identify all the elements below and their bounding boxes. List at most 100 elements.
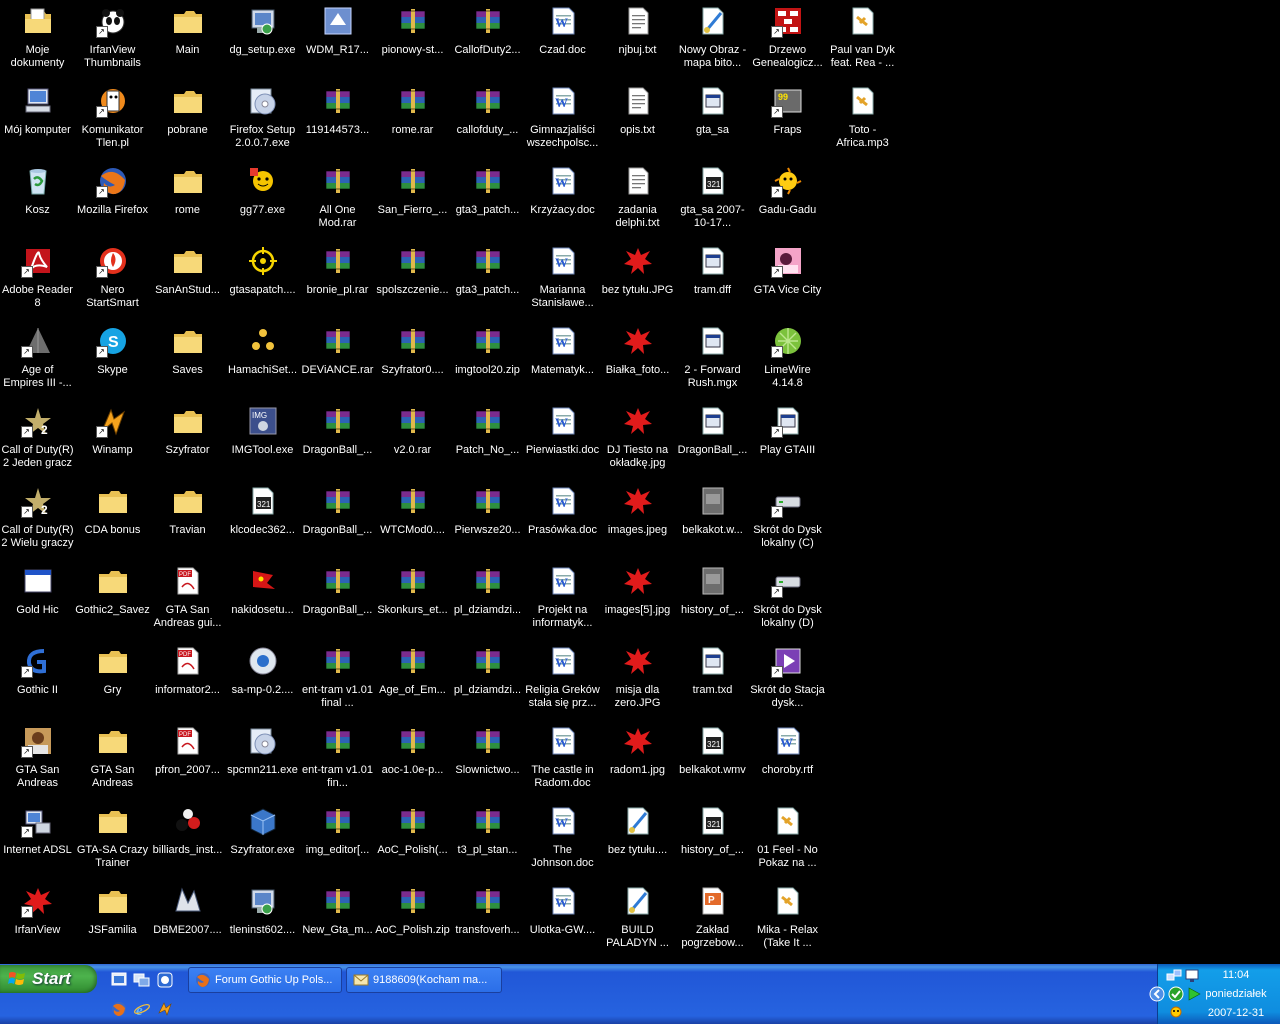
desktop-icon[interactable]: bez tytułu....: [600, 802, 675, 882]
desktop-icon[interactable]: JSFamilia: [75, 882, 150, 962]
desktop-icon[interactable]: W Czad.doc: [525, 2, 600, 82]
security-check-icon[interactable]: [1168, 986, 1184, 1002]
desktop-icon[interactable]: tram.dff: [675, 242, 750, 322]
desktop-icon[interactable]: Saves: [150, 322, 225, 402]
desktop-icon[interactable]: DJ Tiesto na okładkę.jpg: [600, 402, 675, 482]
desktop-icon[interactable]: CDA bonus: [75, 482, 150, 562]
taskbar-button-mail[interactable]: 9188609(Kocham ma...: [346, 967, 502, 993]
desktop-icon[interactable]: San_Fierro_...: [375, 162, 450, 242]
desktop-icon[interactable]: S ↗ Skype: [75, 322, 150, 402]
desktop-icon[interactable]: W Projekt na informatyk...: [525, 562, 600, 642]
desktop-icon[interactable]: gta3_patch...: [450, 242, 525, 322]
desktop-icon[interactable]: history_of_...: [675, 562, 750, 642]
desktop-icon[interactable]: HamachiSet...: [225, 322, 300, 402]
desktop-icon[interactable]: ent-tram v1.01 final ...: [300, 642, 375, 722]
desktop-icon[interactable]: Mika - Relax (Take It ...: [750, 882, 825, 962]
desktop-icon[interactable]: Skonkurs_et...: [375, 562, 450, 642]
desktop-icon[interactable]: Firefox Setup 2.0.0.7.exe: [225, 82, 300, 162]
desktop-icon[interactable]: W The castle in Radom.doc: [525, 722, 600, 802]
desktop-icon[interactable]: pionowy-st...: [375, 2, 450, 82]
desktop-icon[interactable]: radom1.jpg: [600, 722, 675, 802]
desktop-icon[interactable]: DragonBall_...: [675, 402, 750, 482]
desktop-icon[interactable]: Main: [150, 2, 225, 82]
desktop-icon[interactable]: gta3_patch...: [450, 162, 525, 242]
desktop-icon[interactable]: v2.0.rar: [375, 402, 450, 482]
desktop-icon[interactable]: W Ulotka-GW....: [525, 882, 600, 962]
taskbar-button-forum[interactable]: Forum Gothic Up Pols...: [188, 967, 342, 993]
desktop-icon[interactable]: 2 ↗ Call of Duty(R) 2 Wielu graczy: [0, 482, 75, 562]
desktop-icon[interactable]: W Matematyk...: [525, 322, 600, 402]
desktop-icon[interactable]: dg_setup.exe: [225, 2, 300, 82]
clock-day[interactable]: poniedziałek: [1196, 988, 1276, 1000]
desktop-icon[interactable]: W Marianna Stanisławe...: [525, 242, 600, 322]
desktop-icon[interactable]: ↗ Drzewo Genealogicz...: [750, 2, 825, 82]
desktop-icon[interactable]: SanAnStud...: [150, 242, 225, 322]
media-quicklaunch-icon[interactable]: [156, 971, 174, 989]
desktop-icon[interactable]: P Zakład pogrzebow...: [675, 882, 750, 962]
show-desktop-icon[interactable]: [110, 971, 128, 989]
desktop-icon[interactable]: Paul van Dyk feat. Rea - ...: [825, 2, 900, 82]
desktop-icon[interactable]: 119144573...: [300, 82, 375, 162]
desktop-icon[interactable]: tram.txd: [675, 642, 750, 722]
desktop-icon[interactable]: ↗ Adobe Reader 8: [0, 242, 75, 322]
desktop-icon[interactable]: ↗ Skrót do Stacja dysk...: [750, 642, 825, 722]
desktop-icon[interactable]: 01 Feel - No Pokaz na ...: [750, 802, 825, 882]
desktop-icon[interactable]: Kosz: [0, 162, 75, 242]
desktop-icon[interactable]: DragonBall_...: [300, 482, 375, 562]
desktop-icon[interactable]: Wchoroby.rtf: [750, 722, 825, 802]
tray-collapse-icon[interactable]: [1149, 986, 1165, 1002]
desktop-icon[interactable]: DragonBall_...: [300, 562, 375, 642]
window-switch-icon[interactable]: [133, 971, 151, 989]
desktop-icon[interactable]: 2 ↗ Call of Duty(R) 2 Jeden gracz: [0, 402, 75, 482]
desktop-icon[interactable]: DBME2007....: [150, 882, 225, 962]
desktop-icon[interactable]: DragonBall_...: [300, 402, 375, 482]
desktop-icon[interactable]: Slownictwo...: [450, 722, 525, 802]
desktop-icon[interactable]: ent-tram v1.01 fin...: [300, 722, 375, 802]
desktop-icon[interactable]: ↗ GTA San Andreas: [0, 722, 75, 802]
desktop-icon[interactable]: callofduty_...: [450, 82, 525, 162]
desktop-icon[interactable]: Gold Hic: [0, 562, 75, 642]
desktop-icon[interactable]: pl_dziamdzi...: [450, 642, 525, 722]
desktop-icon[interactable]: ↗ GTA Vice City: [750, 242, 825, 322]
desktop-icon[interactable]: AoC_Polish.zip: [375, 882, 450, 962]
desktop-icon[interactable]: spcmn211.exe: [225, 722, 300, 802]
start-button[interactable]: Start: [0, 965, 97, 993]
desktop-icon[interactable]: W Krzyżacy.doc: [525, 162, 600, 242]
desktop-icon[interactable]: tleninst602....: [225, 882, 300, 962]
desktop-icon[interactable]: W Pierwiastki.doc: [525, 402, 600, 482]
desktop-icon[interactable]: GTA San Andreas: [75, 722, 150, 802]
desktop-icon[interactable]: imgtool20.zip: [450, 322, 525, 402]
desktop-icon[interactable]: ↗ Winamp: [75, 402, 150, 482]
desktop-icon[interactable]: nakidosetu...: [225, 562, 300, 642]
desktop-icon[interactable]: sa-mp-0.2....: [225, 642, 300, 722]
desktop-icon[interactable]: misja dla zero.JPG: [600, 642, 675, 722]
winamp-quicklaunch-icon[interactable]: [156, 1000, 174, 1018]
desktop-icon[interactable]: Nowy Obraz - mapa bito...: [675, 2, 750, 82]
desktop-icon[interactable]: img_editor[...: [300, 802, 375, 882]
desktop-icon[interactable]: bronie_pl.rar: [300, 242, 375, 322]
desktop-icon[interactable]: Age_of_Em...: [375, 642, 450, 722]
sun-status-icon[interactable]: [1168, 1004, 1184, 1020]
desktop-icon[interactable]: Szyfrator0....: [375, 322, 450, 402]
internet-explorer-icon[interactable]: e: [133, 1000, 151, 1018]
desktop-icon[interactable]: Białka_foto...: [600, 322, 675, 402]
desktop-icon[interactable]: belkakot.w...: [675, 482, 750, 562]
desktop-icon[interactable]: PDF pfron_2007...: [150, 722, 225, 802]
desktop-icon[interactable]: ↗ IrfanView Thumbnails: [75, 2, 150, 82]
desktop-icon[interactable]: Patch_No_...: [450, 402, 525, 482]
firefox-quicklaunch-icon[interactable]: [110, 1000, 128, 1018]
desktop-icon[interactable]: All One Mod.rar: [300, 162, 375, 242]
desktop-icon[interactable]: gtasapatch....: [225, 242, 300, 322]
desktop-icon[interactable]: PDF informator2...: [150, 642, 225, 722]
desktop-icon[interactable]: PDF GTA San Andreas gui...: [150, 562, 225, 642]
desktop-icon[interactable]: ↗ Skrót do Dysk lokalny (C): [750, 482, 825, 562]
desktop-icon[interactable]: AoC_Polish(...: [375, 802, 450, 882]
desktop-icon[interactable]: IMG IMGTool.exe: [225, 402, 300, 482]
desktop-icon[interactable]: W Gimnazjaliści wszechpolsc...: [525, 82, 600, 162]
desktop-icon[interactable]: ↗ Gothic II: [0, 642, 75, 722]
desktop-icon[interactable]: ↗ LimeWire 4.14.8: [750, 322, 825, 402]
desktop-icon[interactable]: ↗ Nero StartSmart: [75, 242, 150, 322]
desktop-icon[interactable]: Gry: [75, 642, 150, 722]
desktop-icon[interactable]: ↗ Skrót do Dysk lokalny (D): [750, 562, 825, 642]
network-icon[interactable]: [1166, 968, 1182, 984]
